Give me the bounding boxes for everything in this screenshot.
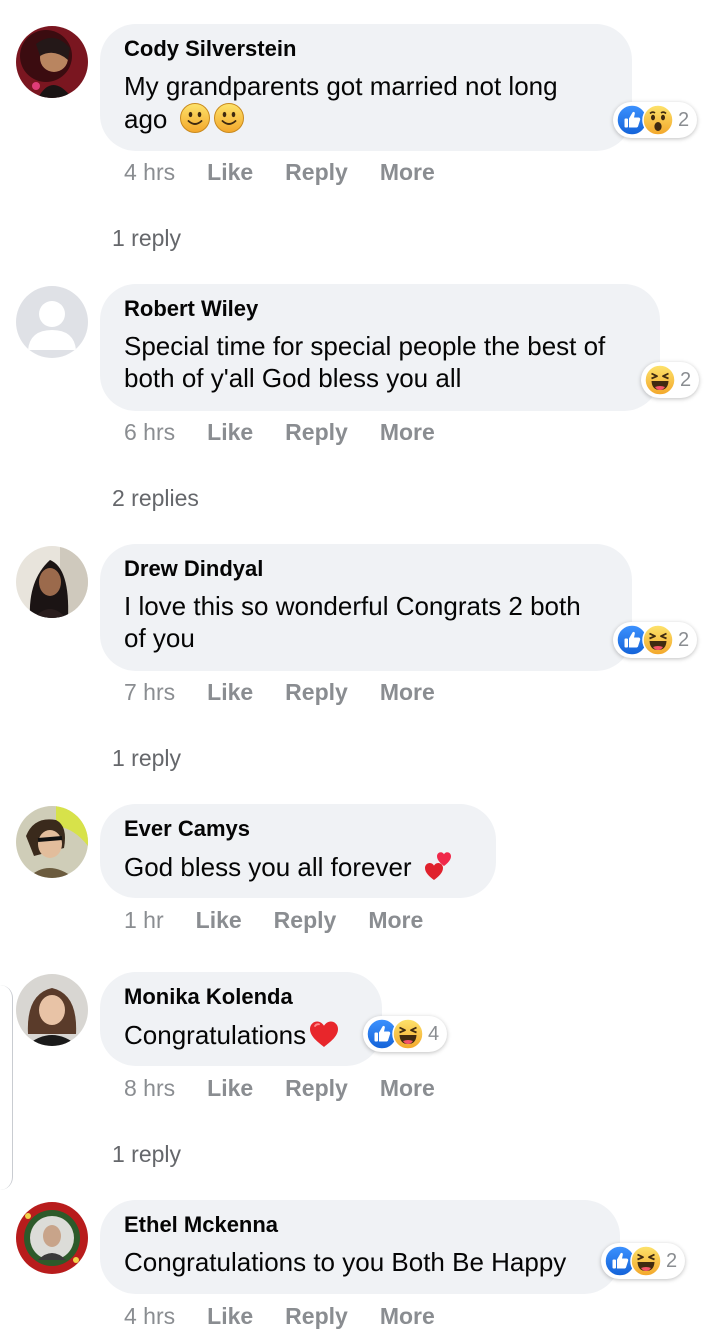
- more-button[interactable]: More: [380, 1075, 435, 1102]
- slightly-smiling-face-icon: [179, 102, 211, 134]
- reply-button[interactable]: Reply: [285, 679, 348, 706]
- view-replies-link[interactable]: 1 reply: [112, 225, 181, 252]
- reaction-count: 2: [678, 108, 690, 131]
- comment-text-content: God bless you all forever: [124, 852, 412, 882]
- comment-actions: 7 hrs Like Reply More: [124, 679, 435, 706]
- comment-timestamp[interactable]: 4 hrs: [124, 159, 175, 186]
- more-button[interactable]: More: [368, 907, 423, 934]
- like-button[interactable]: Like: [207, 1075, 253, 1102]
- like-button[interactable]: Like: [207, 419, 253, 446]
- comment-text-content: Congratulations: [124, 1020, 307, 1050]
- comment-actions: 6 hrs Like Reply More: [124, 419, 435, 446]
- comment-text: I love this so wonderful Congrats 2 both…: [124, 591, 581, 653]
- comment-bubble: Monika Kolenda Congratulations: [100, 972, 382, 1066]
- comment-timestamp[interactable]: 7 hrs: [124, 679, 175, 706]
- comment-bubble: Ethel Mckenna Congratulations to you Bot…: [100, 1200, 620, 1294]
- like-button[interactable]: Like: [207, 679, 253, 706]
- reply-button[interactable]: Reply: [285, 159, 348, 186]
- avatar[interactable]: [16, 974, 88, 1046]
- view-replies-link[interactable]: 2 replies: [112, 485, 199, 512]
- comment-author[interactable]: Ethel Mckenna: [124, 1212, 596, 1238]
- comment-actions: 4 hrs Like Reply More: [124, 159, 435, 186]
- comment-bubble: Drew Dindyal I love this so wonderful Co…: [100, 544, 632, 671]
- comment-text: Congratulations: [124, 1018, 358, 1051]
- avatar[interactable]: [16, 286, 88, 358]
- red-heart-icon: [308, 1018, 340, 1050]
- more-button[interactable]: More: [380, 1303, 435, 1330]
- comment-text: Congratulations to you Both Be Happy: [124, 1247, 567, 1277]
- haha-reaction-icon: [392, 1018, 424, 1050]
- reaction-summary[interactable]: 2: [601, 1243, 686, 1279]
- comment-text: Special time for special people the best…: [124, 331, 606, 393]
- reaction-summary[interactable]: 2: [641, 362, 700, 398]
- avatar[interactable]: [16, 546, 88, 618]
- comment-text: My grandparents got married not long ago: [124, 70, 608, 135]
- reaction-count: 4: [428, 1022, 440, 1045]
- haha-reaction-icon: [644, 364, 676, 396]
- view-replies-link[interactable]: 1 reply: [112, 1141, 181, 1168]
- wow-reaction-icon: [642, 104, 674, 136]
- comment-timestamp[interactable]: 8 hrs: [124, 1075, 175, 1102]
- like-button[interactable]: Like: [196, 907, 242, 934]
- comment-timestamp[interactable]: 6 hrs: [124, 419, 175, 446]
- avatar[interactable]: [16, 1202, 88, 1274]
- comment-author[interactable]: Drew Dindyal: [124, 556, 608, 582]
- like-button[interactable]: Like: [207, 159, 253, 186]
- reaction-summary[interactable]: 4: [363, 1016, 448, 1052]
- comment-bubble: Robert Wiley Special time for special pe…: [100, 284, 660, 411]
- comment-bubble: Ever Camys God bless you all forever: [100, 804, 496, 898]
- reply-button[interactable]: Reply: [285, 419, 348, 446]
- view-replies-link[interactable]: 1 reply: [112, 745, 181, 772]
- comment-bubble: Cody Silverstein My grandparents got mar…: [100, 24, 632, 151]
- reply-button[interactable]: Reply: [274, 907, 337, 934]
- reaction-count: 2: [666, 1249, 678, 1272]
- avatar[interactable]: [16, 26, 88, 98]
- comment-timestamp[interactable]: 4 hrs: [124, 1303, 175, 1330]
- more-button[interactable]: More: [380, 419, 435, 446]
- two-hearts-icon: [423, 850, 455, 882]
- comment-timestamp[interactable]: 1 hr: [124, 907, 164, 934]
- reaction-summary[interactable]: 2: [613, 102, 698, 138]
- reaction-count: 2: [680, 368, 692, 391]
- like-button[interactable]: Like: [207, 1303, 253, 1330]
- more-button[interactable]: More: [380, 679, 435, 706]
- more-button[interactable]: More: [380, 159, 435, 186]
- reaction-count: 2: [678, 628, 690, 651]
- slightly-smiling-face-icon: [213, 102, 245, 134]
- reply-button[interactable]: Reply: [285, 1303, 348, 1330]
- comment-author[interactable]: Cody Silverstein: [124, 36, 608, 62]
- reaction-summary[interactable]: 2: [613, 622, 698, 658]
- reply-thread-line: [0, 985, 13, 1190]
- comment-actions: 4 hrs Like Reply More: [124, 1303, 435, 1330]
- avatar[interactable]: [16, 806, 88, 878]
- comment-author[interactable]: Monika Kolenda: [124, 984, 358, 1010]
- comment-actions: 1 hr Like Reply More: [124, 907, 423, 934]
- haha-reaction-icon: [630, 1245, 662, 1277]
- reply-button[interactable]: Reply: [285, 1075, 348, 1102]
- comment-author[interactable]: Robert Wiley: [124, 296, 636, 322]
- haha-reaction-icon: [642, 624, 674, 656]
- comment-author[interactable]: Ever Camys: [124, 816, 472, 842]
- comment-actions: 8 hrs Like Reply More: [124, 1075, 435, 1102]
- comment-text: God bless you all forever: [124, 850, 472, 883]
